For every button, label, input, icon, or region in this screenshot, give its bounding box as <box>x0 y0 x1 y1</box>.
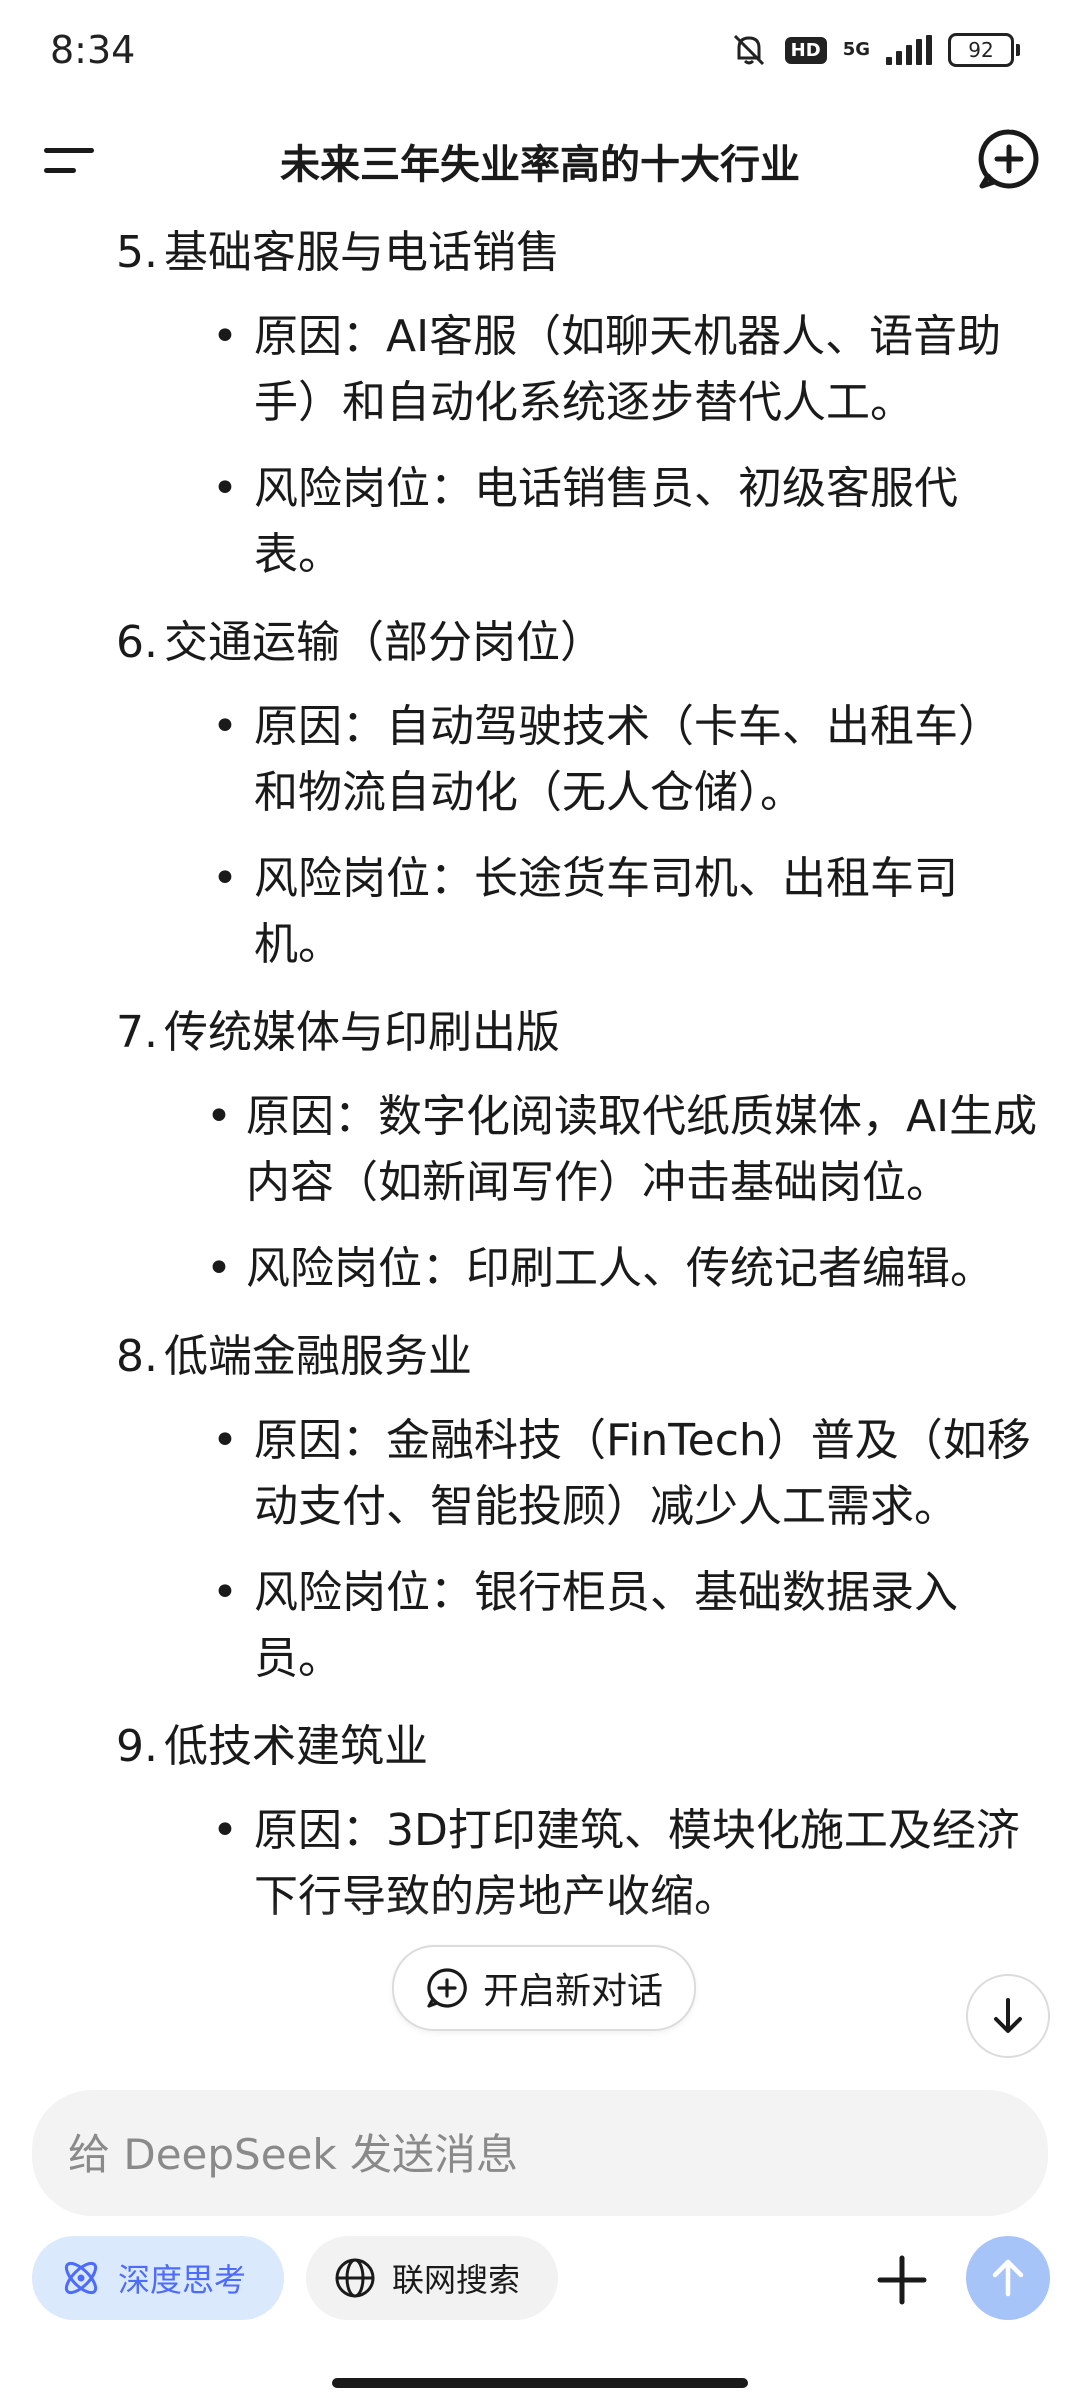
deep-think-label: 深度思考 <box>118 2261 247 2299</box>
section-title: 低技术建筑业 <box>164 1721 428 1772</box>
plus-icon[interactable] <box>872 2250 932 2310</box>
mute-bell-icon <box>733 34 764 66</box>
web-search-label: 联网搜索 <box>392 2261 521 2299</box>
section-title: 低端金融服务业 <box>164 1331 472 1382</box>
new-chat-icon[interactable] <box>974 124 1044 194</box>
globe-icon <box>335 2258 375 2298</box>
arrow-up-icon <box>992 2259 1024 2297</box>
message-input-container <box>32 2090 1048 2218</box>
section-heading: 5. 基础客服与电话销售 <box>0 220 1080 286</box>
app-header: 未来三年失业率高的十大行业 <box>0 110 1080 230</box>
bullet-item: 原因：AI客服（如聊天机器人、语音助手）和自动化系统逐步替代人工。 <box>0 304 1080 436</box>
section-number: 5. <box>116 227 158 278</box>
section-title: 传统媒体与印刷出版 <box>164 1007 560 1058</box>
section-number: 8. <box>116 1331 158 1382</box>
answer-section: 7.传统媒体与印刷出版原因：数字化阅读取代纸质媒体，AI生成内容（如新闻写作）冲… <box>0 1000 1080 1302</box>
network-type: 5G <box>842 39 870 60</box>
section-number: 7. <box>116 1007 158 1058</box>
bullet-list: 原因：金融科技（FinTech）普及（如移动支付、智能投顾）减少人工需求。风险岗… <box>0 1408 1080 1692</box>
bullet-item: 原因：数字化阅读取代纸质媒体，AI生成内容（如新闻写作）冲击基础岗位。 <box>0 1084 1080 1216</box>
bullet-item: 原因：3D打印建筑、模块化施工及经济下行导致的房地产收缩。 <box>0 1798 1080 1930</box>
section-heading: 7. 传统媒体与印刷出版 <box>0 1000 1080 1066</box>
bullet-list: 原因：AI客服（如聊天机器人、语音助手）和自动化系统逐步替代人工。风险岗位：电话… <box>0 304 1080 588</box>
answer-section: 6.交通运输（部分岗位） 原因：自动驾驶技术（卡车、出租车）和物流自动化（无人仓储… <box>0 610 1080 978</box>
bullet-list: 原因：数字化阅读取代纸质媒体，AI生成内容（如新闻写作）冲击基础岗位。风险岗位：… <box>0 1084 1080 1302</box>
section-number: 9. <box>116 1721 158 1772</box>
answer-list: 5.基础客服与电话销售原因：AI客服（如聊天机器人、语音助手）和自动化系统逐步替… <box>0 220 1080 1930</box>
signal-icon <box>886 35 932 65</box>
message-content: 5.基础客服与电话销售原因：AI客服（如聊天机器人、语音助手）和自动化系统逐步替… <box>0 220 1080 2080</box>
bullet-item: 风险岗位：银行柜员、基础数据录入员。 <box>0 1560 1080 1692</box>
bullet-item: 原因：自动驾驶技术（卡车、出租车）和物流自动化（无人仓储）。 <box>0 694 1080 826</box>
bullet-list: 原因：3D打印建筑、模块化施工及经济下行导致的房地产收缩。 <box>0 1798 1080 1930</box>
section-heading: 9. 低技术建筑业 <box>0 1714 1080 1780</box>
bullet-item: 风险岗位：印刷工人、传统记者编辑。 <box>0 1236 1080 1302</box>
answer-section: 9.低技术建筑业原因：3D打印建筑、模块化施工及经济下行导致的房地产收缩。 <box>0 1714 1080 1930</box>
bullet-item: 原因：金融科技（FinTech）普及（如移动支付、智能投顾）减少人工需求。 <box>0 1408 1080 1540</box>
message-input[interactable] <box>66 2090 1010 2218</box>
status-bar: 8:34 HD 5G 92 <box>0 0 1080 110</box>
section-number: 6. <box>116 617 158 668</box>
new-chat-small-icon <box>427 1968 467 2008</box>
new-chat-button[interactable]: 开启新对话 <box>392 1945 696 2031</box>
home-indicator <box>332 2378 748 2388</box>
bullet-item: 风险岗位：电话销售员、初级客服代表。 <box>0 456 1080 588</box>
status-time: 8:34 <box>50 28 136 72</box>
section-title: 基础客服与电话销售 <box>164 227 560 278</box>
status-icons: HD 5G 92 <box>729 30 1020 70</box>
deep-think-toggle[interactable]: 深度思考 <box>32 2236 284 2320</box>
web-search-toggle[interactable]: 联网搜索 <box>306 2236 558 2320</box>
section-heading: 8. 低端金融服务业 <box>0 1324 1080 1390</box>
send-button[interactable] <box>966 2236 1050 2320</box>
answer-section: 8.低端金融服务业原因：金融科技（FinTech）普及（如移动支付、智能投顾）减… <box>0 1324 1080 1692</box>
atom-icon <box>64 2261 98 2295</box>
section-heading: 6. 交通运输（部分岗位） <box>0 610 1080 676</box>
page-title: 未来三年失业率高的十大行业 <box>280 142 800 188</box>
bullet-list: 原因：自动驾驶技术（卡车、出租车）和物流自动化（无人仓储）。风险岗位：长途货车司… <box>0 694 1080 978</box>
new-chat-label: 开启新对话 <box>482 1971 663 2012</box>
section-title: 交通运输（部分岗位） <box>164 617 604 668</box>
battery-level: 92 <box>948 33 1014 67</box>
hd-badge: HD <box>784 36 827 64</box>
scroll-down-button[interactable] <box>966 1974 1050 2058</box>
arrow-down-icon <box>994 1998 1022 2033</box>
bullet-item: 风险岗位：长途货车司机、出租车司机。 <box>0 846 1080 978</box>
battery-icon: 92 <box>948 33 1020 67</box>
answer-section: 5.基础客服与电话销售原因：AI客服（如聊天机器人、语音助手）和自动化系统逐步替… <box>0 220 1080 588</box>
